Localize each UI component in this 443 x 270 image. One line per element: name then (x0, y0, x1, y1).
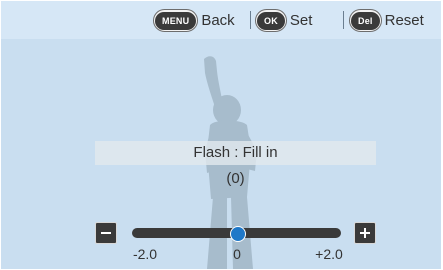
ok-button[interactable]: OK (255, 8, 287, 32)
reset-label: Reset (384, 11, 424, 29)
slider-thumb[interactable] (229, 226, 246, 242)
plus-icon[interactable] (354, 222, 376, 244)
minus-icon[interactable] (95, 222, 117, 244)
slider-min-label: -2.0 (132, 246, 158, 262)
live-view: MENU Back OK Set Del Reset Flash : Fill … (1, 1, 441, 269)
flash-mode-label: Flash : Fill in (193, 144, 278, 161)
menu-button[interactable]: MENU (153, 8, 199, 32)
reset-control[interactable]: Del Reset (349, 8, 424, 32)
slider-mid-label: 0 (233, 246, 241, 262)
flash-value-label: (0) (226, 170, 245, 187)
del-button[interactable]: Del (349, 8, 382, 32)
divider (250, 11, 251, 29)
divider (343, 11, 344, 29)
slider-max-label: +2.0 (315, 246, 343, 262)
set-label: Set (289, 11, 313, 29)
back-label: Back (201, 11, 235, 29)
back-control[interactable]: MENU Back (153, 8, 235, 32)
set-control[interactable]: OK Set (255, 8, 313, 32)
camera-screen: MENU Back OK Set Del Reset Flash : Fill … (0, 0, 443, 270)
